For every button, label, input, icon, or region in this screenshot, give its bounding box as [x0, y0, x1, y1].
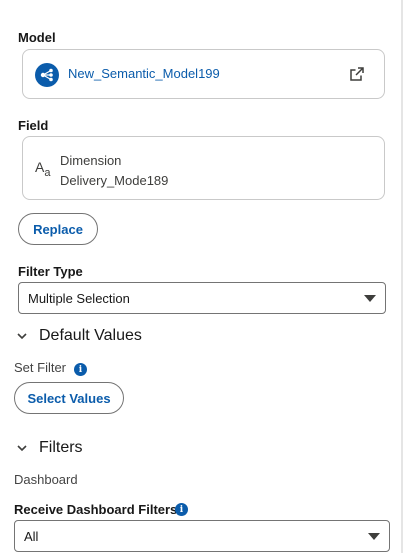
field-type: Dimension [60, 153, 122, 168]
replace-button[interactable]: Replace [18, 213, 98, 245]
default-values-accordion-header[interactable]: Default Values [17, 327, 142, 345]
model-name-link[interactable]: New_Semantic_Model199 [68, 66, 220, 81]
info-icon[interactable]: i [175, 503, 188, 516]
chevron-down-icon [17, 445, 27, 452]
caret-down-icon [368, 533, 380, 540]
filters-title: Filters [39, 439, 83, 456]
dashboard-label: Dashboard [14, 472, 78, 487]
semantic-model-icon [35, 63, 59, 87]
caret-down-icon [364, 295, 376, 302]
model-card: New_Semantic_Model199 [22, 49, 385, 99]
field-card: Aa Dimension Delivery_Mode189 [22, 136, 385, 200]
receive-dashboard-filters-label: Receive Dashboard Filters [14, 502, 178, 517]
model-label: Model [18, 30, 56, 45]
filter-properties-panel: Model New_Semantic_Model199 Field Aa Dim… [0, 0, 403, 553]
set-filter-label: Set Filter [14, 360, 67, 375]
receive-dashboard-filters-select[interactable]: All [14, 520, 390, 552]
info-icon[interactable]: i [74, 363, 87, 376]
filters-accordion-header[interactable]: Filters [17, 439, 83, 457]
field-label: Field [18, 118, 49, 133]
receive-dashboard-filters-value: All [24, 529, 39, 544]
default-values-title: Default Values [39, 327, 142, 344]
text-dimension-icon: Aa [35, 159, 50, 179]
filter-type-value: Multiple Selection [28, 291, 130, 306]
chevron-down-icon [17, 333, 27, 340]
filter-type-label: Filter Type [18, 264, 83, 279]
field-icon-big-letter: A [35, 159, 45, 175]
open-in-new-window-icon[interactable] [350, 67, 364, 81]
filter-type-select[interactable]: Multiple Selection [18, 282, 386, 314]
select-values-button[interactable]: Select Values [14, 382, 124, 414]
field-icon-small-letter: a [44, 167, 51, 179]
field-name: Delivery_Mode189 [60, 173, 169, 188]
